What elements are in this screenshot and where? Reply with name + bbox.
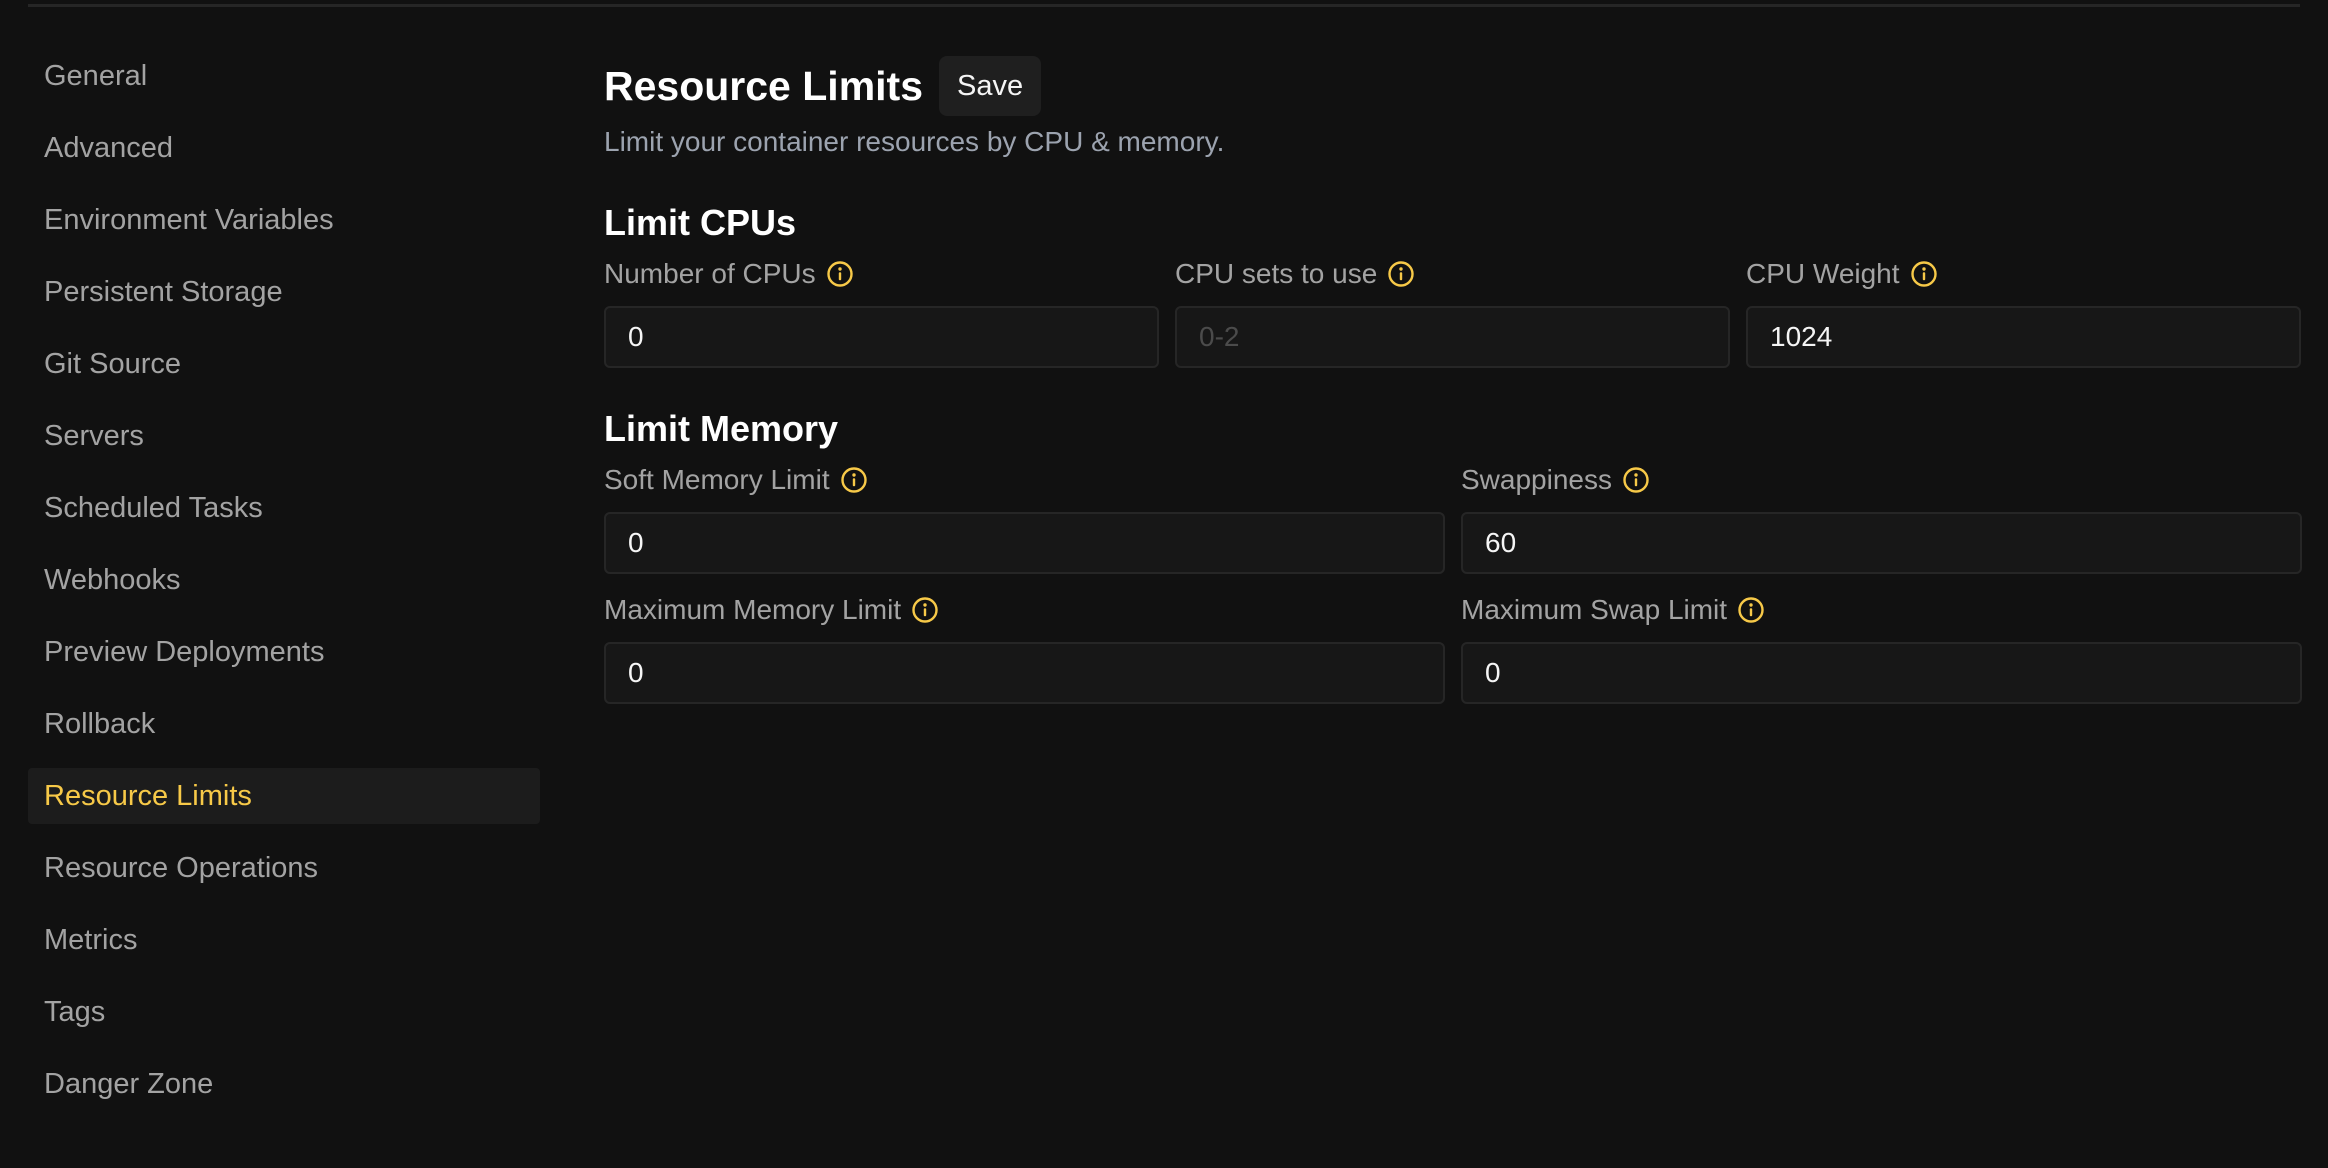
info-icon[interactable]: [1387, 260, 1415, 288]
sidebar-item-persistent-storage[interactable]: Persistent Storage: [28, 264, 540, 320]
cpu-sets-label-text: CPU sets to use: [1175, 258, 1378, 289]
info-icon[interactable]: [840, 466, 868, 494]
number-of-cpus-label: Number of CPUs: [604, 254, 1159, 294]
soft-memory-limit-field: Soft Memory Limit: [604, 460, 1445, 574]
cpu-weight-label-text: CPU Weight: [1746, 258, 1900, 289]
settings-sidebar: General Advanced Environment Variables P…: [28, 48, 540, 1128]
limit-cpus-heading: Limit CPUs: [604, 202, 797, 243]
sidebar-item-preview-deployments[interactable]: Preview Deployments: [28, 624, 540, 680]
page-title: Resource Limits: [604, 62, 923, 109]
maximum-memory-limit-label-text: Maximum Memory Limit: [604, 594, 902, 625]
sidebar-item-git-source[interactable]: Git Source: [28, 336, 540, 392]
info-icon[interactable]: [1910, 260, 1938, 288]
page-header: Resource Limits Save: [604, 56, 2304, 116]
number-of-cpus-input[interactable]: [604, 306, 1159, 368]
sidebar-item-danger-zone[interactable]: Danger Zone: [28, 1056, 540, 1112]
soft-memory-limit-label: Soft Memory Limit: [604, 460, 1445, 500]
cpu-weight-input[interactable]: [1746, 306, 2301, 368]
sidebar-item-scheduled-tasks[interactable]: Scheduled Tasks: [28, 480, 540, 536]
maximum-memory-limit-input[interactable]: [604, 642, 1445, 704]
swappiness-field: Swappiness: [1461, 460, 2302, 574]
sidebar-item-resource-limits[interactable]: Resource Limits: [28, 768, 540, 824]
sidebar-item-metrics[interactable]: Metrics: [28, 912, 540, 968]
maximum-swap-limit-label: Maximum Swap Limit: [1461, 590, 2302, 630]
cpu-sets-input[interactable]: [1175, 306, 1730, 368]
cpu-weight-field: CPU Weight: [1746, 254, 2301, 368]
maximum-memory-limit-label: Maximum Memory Limit: [604, 590, 1445, 630]
sidebar-item-general[interactable]: General: [28, 48, 540, 104]
cpu-sets-field: CPU sets to use: [1175, 254, 1730, 368]
info-icon[interactable]: [826, 260, 854, 288]
limit-memory-heading: Limit Memory: [604, 408, 839, 449]
sidebar-item-resource-operations[interactable]: Resource Operations: [28, 840, 540, 896]
memory-fields: Soft Memory Limit Swappiness Maximum Mem…: [604, 460, 2304, 704]
sidebar-item-advanced[interactable]: Advanced: [28, 120, 540, 176]
page-subtitle: Limit your container resources by CPU & …: [604, 126, 1225, 157]
swappiness-label: Swappiness: [1461, 460, 2302, 500]
swappiness-label-text: Swappiness: [1461, 464, 1612, 495]
info-icon[interactable]: [1737, 596, 1765, 624]
info-icon[interactable]: [911, 596, 939, 624]
maximum-memory-limit-field: Maximum Memory Limit: [604, 590, 1445, 704]
sidebar-item-webhooks[interactable]: Webhooks: [28, 552, 540, 608]
save-button[interactable]: Save: [939, 56, 1042, 116]
soft-memory-limit-input[interactable]: [604, 512, 1445, 574]
sidebar-item-environment-variables[interactable]: Environment Variables: [28, 192, 540, 248]
maximum-swap-limit-input[interactable]: [1461, 642, 2302, 704]
top-divider: [28, 4, 2300, 7]
sidebar-item-tags[interactable]: Tags: [28, 984, 540, 1040]
info-icon[interactable]: [1622, 466, 1650, 494]
number-of-cpus-field: Number of CPUs: [604, 254, 1159, 368]
soft-memory-limit-label-text: Soft Memory Limit: [604, 464, 830, 495]
sidebar-item-rollback[interactable]: Rollback: [28, 696, 540, 752]
sidebar-item-servers[interactable]: Servers: [28, 408, 540, 464]
maximum-swap-limit-label-text: Maximum Swap Limit: [1461, 594, 1728, 625]
cpu-sets-label: CPU sets to use: [1175, 254, 1730, 294]
cpu-fields: Number of CPUs CPU sets to use CPU Weigh…: [604, 254, 2304, 368]
maximum-swap-limit-field: Maximum Swap Limit: [1461, 590, 2302, 704]
swappiness-input[interactable]: [1461, 512, 2302, 574]
cpu-weight-label: CPU Weight: [1746, 254, 2301, 294]
number-of-cpus-label-text: Number of CPUs: [604, 258, 816, 289]
resource-limits-panel: Resource Limits Save Limit your containe…: [604, 56, 2304, 704]
